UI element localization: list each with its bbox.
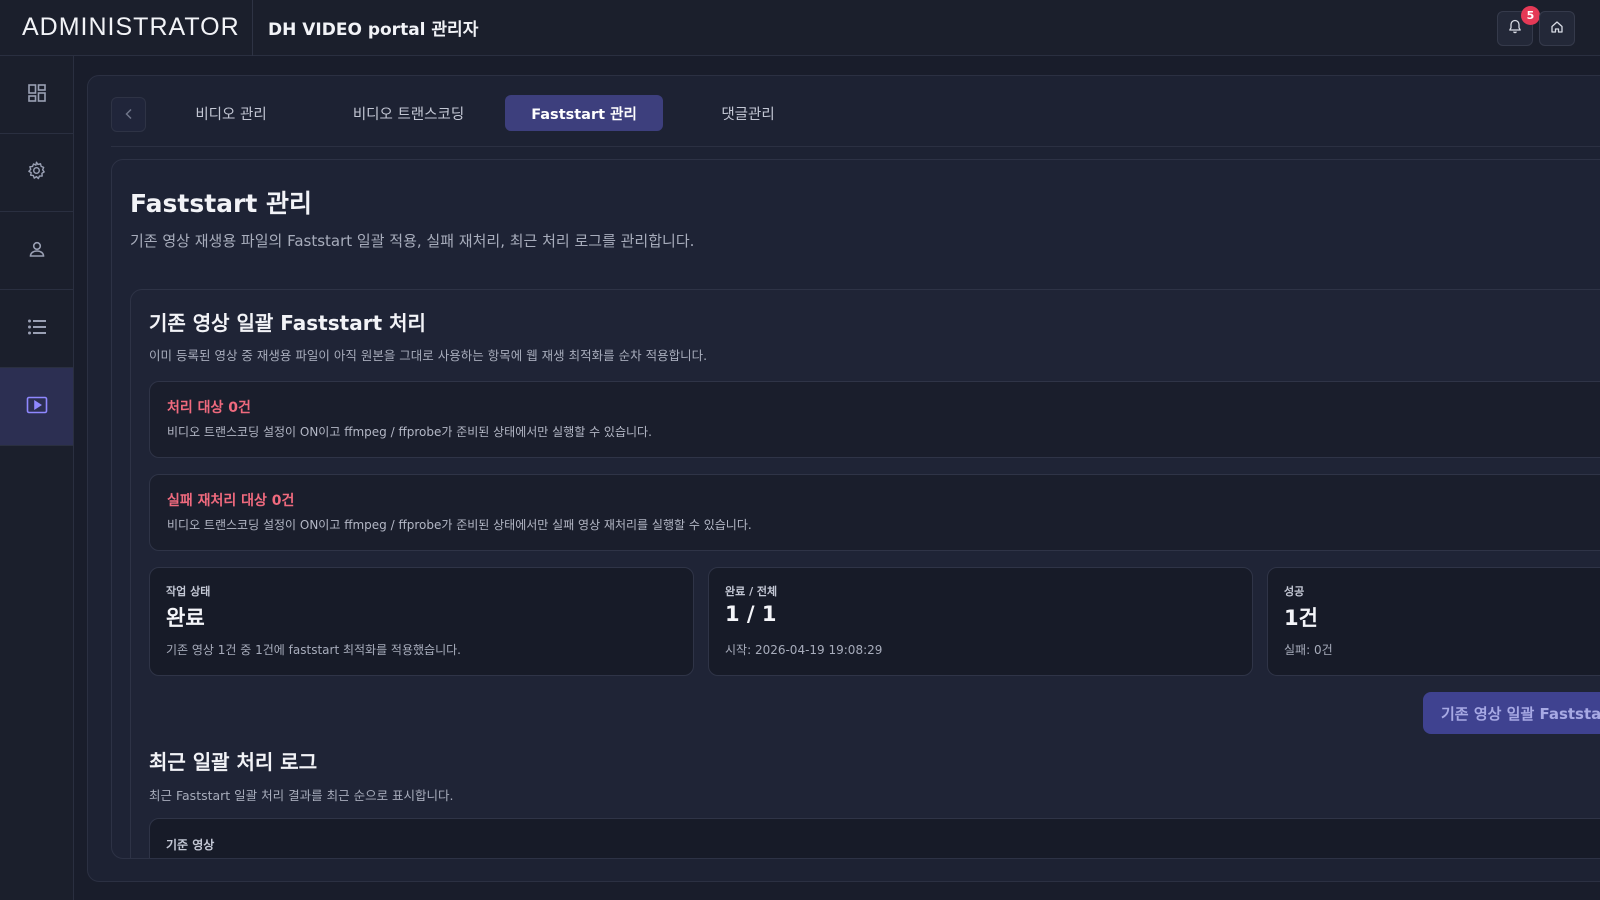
log-card-label: 기준 영상 xyxy=(166,838,215,852)
tab-video-manage[interactable]: 비디오 관리 xyxy=(171,95,291,131)
user-icon xyxy=(28,240,46,262)
log-card: 기준 영상 xyxy=(149,818,1600,858)
video-icon xyxy=(26,396,48,418)
portal-title: DH VIDEO portal 관리자 xyxy=(268,20,479,40)
page-description: 기존 영상 재생용 파일의 Faststart 일괄 적용, 실패 재처리, 최… xyxy=(130,232,695,250)
bulk-faststart-section: 기존 영상 일괄 Faststart 처리 이미 등록된 영상 중 재생용 파일… xyxy=(130,289,1600,858)
stat-value: 1건 xyxy=(1284,606,1318,630)
sidebar xyxy=(0,56,74,900)
retry-count-alert: 실패 재처리 대상 0건 비디오 트랜스코딩 설정이 ON이고 ffmpeg /… xyxy=(149,474,1600,551)
stat-card-success: 성공 1건 실패: 0건 xyxy=(1267,567,1600,676)
tab-faststart[interactable]: Faststart 관리 xyxy=(505,95,663,131)
alert-title: 실패 재처리 대상 0건 xyxy=(167,493,295,509)
sidebar-item-dashboard[interactable] xyxy=(0,56,73,134)
main-panel: 비디오 관리 비디오 트랜스코딩 Faststart 관리 댓글관리 Fasts… xyxy=(87,75,1600,882)
sidebar-item-video[interactable] xyxy=(0,368,73,446)
log-section-title: 최근 일괄 처리 로그 xyxy=(149,750,318,774)
stat-value: 1 / 1 xyxy=(725,602,777,626)
alert-description: 비디오 트랜스코딩 설정이 ON이고 ffmpeg / ffprobe가 준비된… xyxy=(167,425,652,439)
dashboard-icon xyxy=(27,83,47,107)
page-title: Faststart 관리 xyxy=(130,189,312,218)
stat-card-status: 작업 상태 완료 기존 영상 1건 중 1건에 faststart 최적화를 적… xyxy=(149,567,694,676)
sidebar-item-settings[interactable] xyxy=(0,134,73,212)
stat-subtext: 시작: 2026-04-19 19:08:29 xyxy=(725,643,883,657)
tab-video-transcoding[interactable]: 비디오 트랜스코딩 xyxy=(326,95,491,131)
notification-button[interactable]: 5 xyxy=(1497,6,1540,46)
notification-badge: 5 xyxy=(1521,6,1540,25)
stat-label: 작업 상태 xyxy=(166,585,211,598)
stat-label: 성공 xyxy=(1284,585,1305,598)
stat-value: 완료 xyxy=(166,606,205,630)
section-description: 이미 등록된 영상 중 재생용 파일이 아직 원본을 그대로 사용하는 항목에 … xyxy=(149,348,708,363)
alert-description: 비디오 트랜스코딩 설정이 ON이고 ffmpeg / ffprobe가 준비된… xyxy=(167,518,752,532)
target-count-alert: 처리 대상 0건 비디오 트랜스코딩 설정이 ON이고 ffmpeg / ffp… xyxy=(149,381,1600,458)
brand-logo[interactable]: ADMINISTRATOR xyxy=(0,0,253,56)
chevron-left-icon xyxy=(124,105,134,124)
section-title: 기존 영상 일괄 Faststart 처리 xyxy=(149,311,426,335)
tab-comments[interactable]: 댓글관리 xyxy=(688,95,808,131)
sidebar-item-list[interactable] xyxy=(0,290,73,368)
home-icon xyxy=(1550,19,1564,38)
stat-subtext: 기존 영상 1건 중 1건에 faststart 최적화를 적용했습니다. xyxy=(166,643,461,657)
top-header: ADMINISTRATOR DH VIDEO portal 관리자 5 xyxy=(0,0,1600,56)
home-button[interactable] xyxy=(1539,11,1575,46)
gear-icon xyxy=(26,160,47,185)
run-bulk-faststart-button[interactable]: 기존 영상 일괄 Faststart xyxy=(1423,692,1600,734)
stat-card-progress: 완료 / 전체 1 / 1 시작: 2026-04-19 19:08:29 xyxy=(708,567,1253,676)
stat-subtext: 실패: 0건 xyxy=(1284,643,1333,657)
content-card: Faststart 관리 기존 영상 재생용 파일의 Faststart 일괄 … xyxy=(111,159,1600,859)
log-section-description: 최근 Faststart 일괄 처리 결과를 최근 순으로 표시합니다. xyxy=(149,788,454,803)
stat-label: 완료 / 전체 xyxy=(725,585,778,598)
list-icon xyxy=(27,318,47,340)
bell-icon xyxy=(1508,19,1522,38)
tab-back-button[interactable] xyxy=(111,97,146,132)
alert-title: 처리 대상 0건 xyxy=(167,400,251,416)
tab-bar: 비디오 관리 비디오 트랜스코딩 Faststart 관리 댓글관리 xyxy=(111,95,1600,147)
sidebar-item-users[interactable] xyxy=(0,212,73,290)
